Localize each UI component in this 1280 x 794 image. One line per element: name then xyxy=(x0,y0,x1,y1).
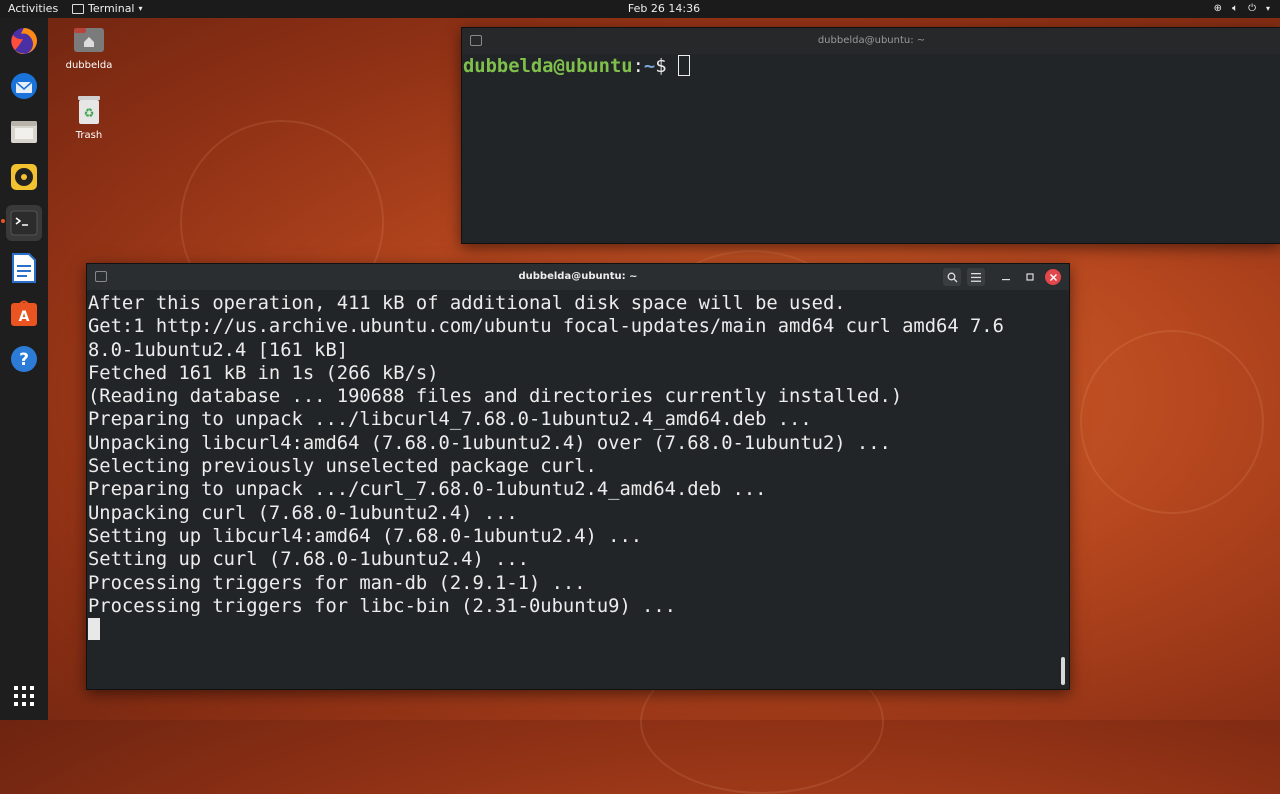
menu-button[interactable] xyxy=(967,268,985,286)
libreoffice-writer-icon xyxy=(12,253,36,283)
desktop-home-folder[interactable]: dubbelda xyxy=(59,24,119,71)
scrollbar[interactable] xyxy=(1061,657,1065,685)
terminal-output[interactable]: dubbelda@ubuntu:~$ xyxy=(462,54,1280,78)
terminal-cursor-line xyxy=(88,618,1069,641)
window-titlebar[interactable]: dubbelda@ubuntu: ~ xyxy=(87,264,1069,290)
volume-icon: 🔈︎ xyxy=(1232,3,1239,14)
network-icon: ⊕ xyxy=(1213,3,1223,14)
minimize-icon xyxy=(1002,279,1010,281)
terminal-line: After this operation, 411 kB of addition… xyxy=(88,293,846,314)
dock-thunderbird[interactable] xyxy=(6,68,42,104)
window-controls xyxy=(943,268,1061,286)
terminal-line: Processing triggers for man-db (2.9.1-1)… xyxy=(88,572,586,594)
show-applications-button[interactable] xyxy=(6,678,42,714)
rhythmbox-icon xyxy=(11,164,37,190)
running-indicator xyxy=(1,219,5,223)
terminal-output[interactable]: After this operation, 411 kB of addition… xyxy=(87,290,1069,641)
software-icon: A xyxy=(11,300,37,326)
dock-writer[interactable] xyxy=(6,250,42,286)
trash-label: Trash xyxy=(75,130,103,141)
close-icon xyxy=(1049,273,1057,281)
prompt-path: ~ xyxy=(643,56,656,77)
show-applications-icon xyxy=(14,686,34,706)
hamburger-menu-icon xyxy=(971,272,981,282)
terminal-line: Get:1 http://us.archive.ubuntu.com/ubunt… xyxy=(88,316,1004,338)
home-folder-label: dubbelda xyxy=(65,60,113,71)
prompt-user: dubbelda@ubuntu xyxy=(463,56,633,77)
new-tab-icon[interactable] xyxy=(470,35,482,46)
terminal-line: Fetched 161 kB in 1s (266 kB/s) xyxy=(88,362,439,384)
svg-text:A: A xyxy=(19,309,30,325)
firefox-icon xyxy=(11,28,37,54)
system-tray[interactable]: ⊕ 🔈︎ ⏻ ▾ xyxy=(1214,0,1270,18)
top-bar: Activities Terminal ▾ Feb 26 14:36 ⊕ 🔈︎ … xyxy=(0,0,1280,18)
wallpaper-swirl xyxy=(1080,330,1264,514)
power-icon: ⏻ xyxy=(1248,3,1256,14)
home-folder-icon xyxy=(74,28,104,52)
terminal-line: (Reading database ... 190688 files and d… xyxy=(88,386,903,408)
maximize-icon xyxy=(1026,273,1034,281)
terminal-line: Preparing to unpack .../libcurl4_7.68.0-… xyxy=(88,409,812,431)
help-icon: ? xyxy=(11,346,37,372)
terminal-line: Setting up libcurl4:amd64 (7.68.0-1ubunt… xyxy=(88,525,643,547)
window-title: dubbelda@ubuntu: ~ xyxy=(518,271,638,282)
terminal-line: Setting up curl (7.68.0-1ubuntu2.4) ... xyxy=(88,549,529,571)
prompt-symbol: $ xyxy=(655,56,678,77)
chevron-down-icon: ▾ xyxy=(1265,4,1270,13)
dock-terminal[interactable] xyxy=(6,205,42,241)
dock-firefox[interactable] xyxy=(6,23,42,59)
new-tab-icon[interactable] xyxy=(95,271,107,282)
dock: A ? xyxy=(0,18,48,720)
terminal-line: 8.0-1ubuntu2.4 [161 kB] xyxy=(88,339,349,361)
desktop-trash[interactable]: ♻ Trash xyxy=(59,94,119,141)
terminal-line: Preparing to unpack .../curl_7.68.0-1ubu… xyxy=(88,479,767,501)
thunderbird-icon xyxy=(11,73,37,99)
dock-rhythmbox[interactable] xyxy=(6,159,42,195)
window-titlebar[interactable]: dubbelda@ubuntu: ~ xyxy=(462,28,1280,54)
dock-files[interactable] xyxy=(6,114,42,150)
close-button[interactable] xyxy=(1045,269,1061,285)
terminal-line: Processing triggers for libc-bin (2.31-0… xyxy=(88,595,676,617)
minimize-button[interactable] xyxy=(997,268,1015,286)
text-cursor xyxy=(88,618,100,641)
clock[interactable]: Feb 26 14:36 xyxy=(0,0,1280,18)
search-button[interactable] xyxy=(943,268,961,286)
dock-help[interactable]: ? xyxy=(6,341,42,377)
terminal-line: Unpacking libcurl4:amd64 (7.68.0-1ubuntu… xyxy=(88,432,891,454)
terminal-icon xyxy=(10,210,38,236)
dock-software[interactable]: A xyxy=(6,295,42,331)
window-title: dubbelda@ubuntu: ~ xyxy=(817,35,926,46)
svg-text:?: ? xyxy=(19,350,29,370)
files-icon xyxy=(11,121,37,143)
svg-text:♻: ♻ xyxy=(84,106,95,120)
prompt-separator: : xyxy=(632,56,644,77)
terminal-line: Selecting previously unselected package … xyxy=(88,456,597,478)
search-icon xyxy=(947,272,957,282)
maximize-button[interactable] xyxy=(1021,268,1039,286)
terminal-window-back[interactable]: dubbelda@ubuntu: ~ dubbelda@ubuntu:~$ xyxy=(461,27,1280,244)
text-cursor xyxy=(677,55,690,76)
terminal-window-front[interactable]: dubbelda@ubuntu: ~ After this operation,… xyxy=(86,263,1070,690)
trash-icon: ♻ xyxy=(78,96,100,124)
terminal-line: Unpacking curl (7.68.0-1ubuntu2.4) ... xyxy=(88,502,518,524)
